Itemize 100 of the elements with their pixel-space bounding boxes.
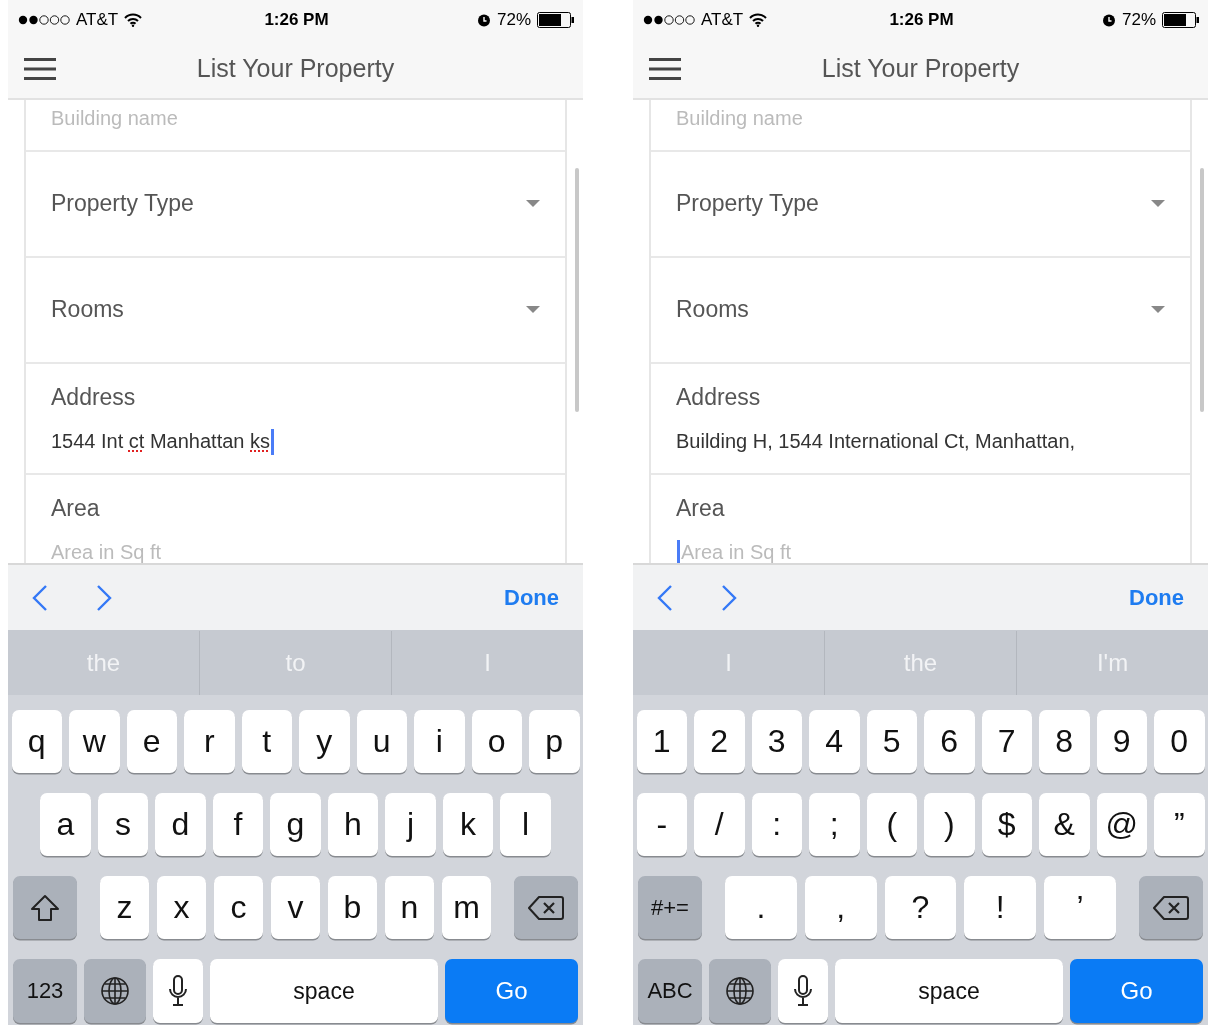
keyboard-key[interactable]: ;: [809, 793, 860, 856]
keyboard-key[interactable]: ): [924, 793, 975, 856]
field-label: Area: [51, 494, 101, 522]
keyboard-key[interactable]: h: [327, 793, 379, 856]
keyboard-key[interactable]: ,: [804, 876, 877, 939]
dropdown-field[interactable]: Property Type: [26, 151, 565, 258]
dictation-key[interactable]: [778, 959, 828, 1023]
dropdown-field[interactable]: Rooms: [26, 257, 565, 364]
keyboard-key[interactable]: 3: [751, 710, 802, 773]
scroll-bar[interactable]: [575, 167, 579, 412]
go-key[interactable]: Go: [445, 959, 578, 1023]
keyboard-key[interactable]: d: [155, 793, 206, 856]
keyboard-key[interactable]: z: [100, 876, 149, 939]
globe-key[interactable]: [709, 959, 771, 1023]
battery-icon: [1162, 11, 1200, 28]
keyboard-key[interactable]: g: [270, 793, 321, 856]
mode-key[interactable]: #+=: [638, 876, 702, 939]
input-field[interactable]: 1544 Int ct Manhattan ks: [51, 426, 276, 455]
keyboard-key[interactable]: 8: [1039, 710, 1090, 773]
keyboard-key[interactable]: a: [40, 793, 91, 856]
keyboard-key[interactable]: 5: [866, 710, 917, 773]
status-time: 1:26 PM: [263, 9, 330, 30]
keyboard-key[interactable]: $: [981, 793, 1032, 856]
keyboard-key[interactable]: /: [694, 793, 745, 856]
page-title: List Your Property: [820, 54, 1021, 84]
keyboard-key[interactable]: s: [97, 793, 149, 856]
keyboard-key[interactable]: 0: [1154, 710, 1205, 773]
delete-key[interactable]: [514, 876, 578, 939]
dropdown-caret-icon: [526, 306, 540, 314]
keyboard-key[interactable]: t: [241, 710, 292, 773]
delete-key[interactable]: [1139, 876, 1203, 939]
status-time: 1:26 PM: [888, 9, 955, 30]
chevron-left-icon[interactable]: [657, 583, 673, 612]
wifi-icon: [749, 12, 768, 27]
chevron-left-icon[interactable]: [32, 583, 48, 612]
keyboard-key[interactable]: q: [11, 710, 62, 773]
keyboard-key[interactable]: &: [1039, 793, 1090, 856]
go-key[interactable]: Go: [1070, 959, 1203, 1023]
dropdown-field[interactable]: Property Type: [651, 151, 1190, 258]
page-title: List Your Property: [195, 54, 396, 84]
keyboard-key[interactable]: y: [299, 710, 350, 773]
keyboard-key[interactable]: 6: [924, 710, 975, 773]
done-button[interactable]: Done: [500, 580, 563, 615]
menu-icon[interactable]: [649, 57, 681, 80]
signal-icon: [18, 14, 70, 25]
space-key[interactable]: space: [835, 959, 1063, 1023]
dictation-key[interactable]: [153, 959, 203, 1023]
keyboard-key[interactable]: !: [964, 876, 1037, 939]
done-button[interactable]: Done: [1125, 580, 1188, 615]
keyboard-key[interactable]: m: [442, 876, 491, 939]
keyboard-key[interactable]: x: [157, 876, 206, 939]
mode-key[interactable]: 123: [13, 959, 77, 1023]
shift-key[interactable]: [13, 876, 77, 939]
chevron-right-icon[interactable]: [721, 583, 737, 612]
keyboard-key[interactable]: j: [385, 793, 436, 856]
globe-icon: [100, 976, 130, 1006]
keyboard-key[interactable]: b: [328, 876, 377, 939]
text-cursor: [677, 540, 680, 564]
keyboard-key[interactable]: o: [471, 710, 522, 773]
keyboard-key[interactable]: 7: [981, 710, 1032, 773]
keyboard-key[interactable]: n: [385, 876, 434, 939]
carrier-name: AT&T: [76, 9, 119, 30]
keyboard-key[interactable]: (: [866, 793, 917, 856]
keyboard-key[interactable]: 1: [636, 710, 687, 773]
keyboard-key[interactable]: @: [1096, 793, 1147, 856]
backspace-icon: [1153, 894, 1189, 921]
keyboard-key[interactable]: l: [500, 793, 551, 856]
microphone-icon: [793, 975, 813, 1007]
keyboard-key[interactable]: .: [725, 876, 797, 939]
keyboard-key[interactable]: ”: [1154, 793, 1205, 856]
keyboard-key[interactable]: e: [126, 710, 177, 773]
menu-icon[interactable]: [24, 57, 56, 80]
keyboard-key[interactable]: 9: [1096, 710, 1147, 773]
dropdown-caret-icon: [1151, 200, 1165, 208]
scroll-bar[interactable]: [1200, 167, 1204, 412]
keyboard-key[interactable]: ?: [884, 876, 957, 939]
keyboard-key[interactable]: f: [212, 793, 264, 856]
globe-key[interactable]: [84, 959, 146, 1023]
keyboard-key[interactable]: v: [271, 876, 320, 939]
keyboard-key[interactable]: :: [751, 793, 802, 856]
keyboard-key[interactable]: r: [184, 710, 235, 773]
keyboard-key[interactable]: -: [636, 793, 687, 856]
input-field[interactable]: Building H, 1544 International Ct, Manhattan,: [676, 426, 1076, 455]
keyboard-key[interactable]: 2: [694, 710, 745, 773]
keyboard-key[interactable]: 4: [809, 710, 860, 773]
text-cursor: [271, 429, 275, 456]
keyboard-key[interactable]: i: [414, 710, 465, 773]
dropdown-field[interactable]: Rooms: [651, 257, 1190, 364]
keyboard-key[interactable]: k: [442, 793, 494, 856]
space-key[interactable]: space: [210, 959, 438, 1023]
keyboard-key[interactable]: p: [529, 710, 580, 773]
field-label: Address: [51, 383, 137, 411]
keyboard-key[interactable]: c: [214, 876, 263, 939]
chevron-right-icon[interactable]: [96, 583, 112, 612]
keyboard-key[interactable]: ’: [1044, 876, 1116, 939]
keyboard-key[interactable]: w: [69, 710, 120, 773]
keyboard-key[interactable]: u: [356, 710, 407, 773]
alarm-icon: [1102, 12, 1116, 27]
backspace-icon: [528, 894, 564, 921]
mode-key[interactable]: ABC: [638, 959, 702, 1023]
